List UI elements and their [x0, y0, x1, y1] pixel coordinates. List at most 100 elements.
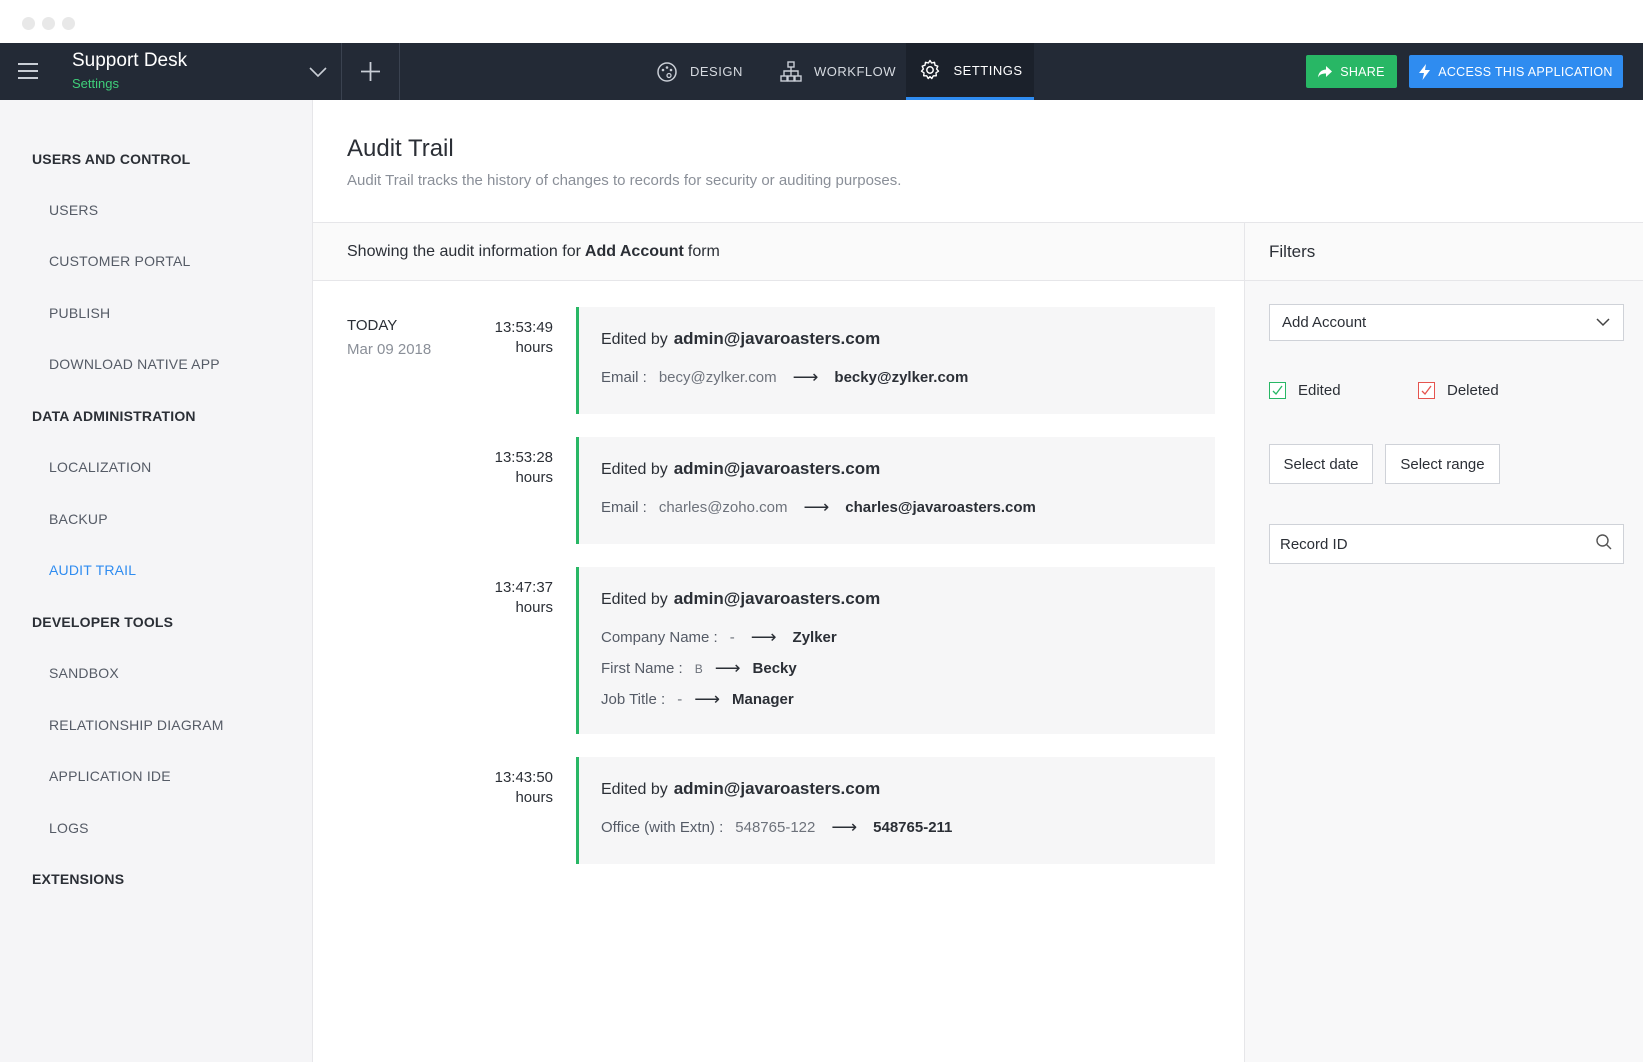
arrow-right-icon: ⟶ — [803, 497, 830, 517]
edited-by-line: Edited by admin@javaroasters.com — [601, 589, 1215, 609]
window-titlebar — [0, 0, 1643, 43]
change-row: Company Name : - ⟶ Zylker — [601, 627, 1215, 648]
audit-entry-card: Edited by admin@javaroasters.com Email : … — [576, 307, 1215, 414]
change-new-value: Manager — [732, 691, 794, 708]
entry-time-unit: hours — [515, 599, 553, 616]
change-field: Company Name : — [601, 629, 718, 646]
sidebar-item-download-native-app[interactable]: DOWNLOAD NATIVE APP — [49, 356, 220, 372]
sidebar-item-publish[interactable]: PUBLISH — [49, 305, 110, 321]
change-old-value: becy@zylker.com — [658, 369, 777, 386]
change-row: Job Title : - ⟶ Manager — [601, 689, 1215, 710]
tab-settings[interactable]: SETTINGS — [906, 43, 1034, 100]
change-new-value: charles@javaroasters.com — [845, 499, 1036, 516]
access-application-label: ACCESS THIS APPLICATION — [1438, 64, 1613, 79]
arrow-right-icon: ⟶ — [714, 658, 741, 678]
sidebar-item-sandbox[interactable]: SANDBOX — [49, 665, 119, 681]
sidebar-item-relationship-diagram[interactable]: RELATIONSHIP DIAGRAM — [49, 717, 224, 733]
form-select-value: Add Account — [1282, 314, 1367, 331]
edited-by-line: Edited by admin@javaroasters.com — [601, 329, 1215, 349]
workflow-icon — [778, 59, 804, 85]
change-old-value: B — [694, 661, 703, 676]
entry-time-unit: hours — [515, 339, 553, 356]
change-new-value: becky@zylker.com — [834, 369, 969, 386]
hamburger-menu-icon[interactable] — [18, 63, 38, 79]
deleted-checkbox[interactable]: Deleted — [1418, 382, 1499, 399]
entry-time: 13:47:37 hours — [463, 578, 553, 618]
sidebar-item-localization[interactable]: LOCALIZATION — [49, 459, 152, 475]
editor-email: admin@javaroasters.com — [673, 779, 881, 798]
filters-title: Filters — [1245, 223, 1643, 281]
add-plus-icon[interactable] — [342, 43, 399, 100]
main-content: Audit Trail Audit Trail tracks the histo… — [313, 100, 1643, 1062]
select-range-button[interactable]: Select range — [1385, 444, 1500, 484]
change-new-value: Becky — [752, 660, 797, 677]
change-row: Email : becy@zylker.com ⟶ becky@zylker.c… — [601, 367, 1215, 388]
form-select-dropdown[interactable]: Add Account — [1269, 304, 1624, 341]
change-old-value: - — [729, 629, 735, 646]
audit-entry-card: Edited by admin@javaroasters.com Office (… — [576, 757, 1215, 864]
record-id-input[interactable]: Record ID — [1269, 524, 1624, 564]
access-application-button[interactable]: ACCESS THIS APPLICATION — [1409, 55, 1623, 88]
edited-checkbox[interactable]: Edited — [1269, 382, 1341, 399]
window-zoom-dot[interactable] — [62, 17, 75, 30]
window-close-dot[interactable] — [22, 17, 35, 30]
sidebar-section-data-administration: DATA ADMINISTRATION — [32, 408, 196, 424]
window-minimize-dot[interactable] — [42, 17, 55, 30]
app-title: Support Desk — [72, 50, 188, 71]
change-field: Job Title : — [601, 691, 666, 708]
app-subtitle: Settings — [72, 76, 119, 91]
sidebar-section-extensions[interactable]: EXTENSIONS — [32, 871, 124, 887]
sidebar-item-users[interactable]: USERS — [49, 202, 98, 218]
navbar-divider — [399, 43, 400, 100]
sidebar-section-users-and-control: USERS AND CONTROL — [32, 151, 191, 167]
date-group-date: Mar 09 2018 — [347, 341, 432, 358]
change-field: Email : — [601, 369, 647, 386]
change-row: Email : charles@zoho.com ⟶ charles@javar… — [601, 497, 1215, 518]
checkmark-icon — [1269, 382, 1286, 399]
top-navbar: Support Desk Settings DESIGN WORKFLOW SE… — [0, 43, 1643, 100]
arrow-right-icon: ⟶ — [750, 627, 777, 647]
audit-log-panel: Showing the audit information for Add Ac… — [313, 222, 1245, 1062]
filters-panel: Filters Add Account Edited Deleted Selec… — [1245, 222, 1643, 1062]
chevron-down-icon — [1595, 314, 1611, 331]
deleted-checkbox-label: Deleted — [1447, 382, 1499, 399]
sidebar-item-application-ide[interactable]: APPLICATION IDE — [49, 768, 171, 784]
lightning-bolt-icon — [1419, 63, 1431, 80]
change-field: First Name : — [601, 660, 683, 677]
gear-icon — [917, 57, 943, 83]
entry-time-value: 13:47:37 — [494, 579, 553, 596]
search-icon[interactable] — [1595, 533, 1613, 555]
select-date-button[interactable]: Select date — [1269, 444, 1373, 484]
date-group-label: TODAY — [347, 317, 398, 334]
tab-design[interactable]: DESIGN — [654, 43, 770, 100]
showing-suffix: form — [687, 242, 720, 260]
change-row: First Name : B ⟶ Becky — [601, 658, 1215, 679]
share-button[interactable]: SHARE — [1306, 55, 1397, 88]
sidebar-item-backup[interactable]: BACKUP — [49, 511, 108, 527]
editor-email: admin@javaroasters.com — [673, 329, 881, 348]
entry-time-unit: hours — [515, 469, 553, 486]
sidebar-item-customer-portal[interactable]: CUSTOMER PORTAL — [49, 253, 190, 269]
page-title: Audit Trail — [347, 135, 454, 162]
change-new-value: 548765-211 — [873, 819, 953, 836]
checkmark-icon — [1418, 382, 1435, 399]
change-old-value: 548765-122 — [735, 819, 816, 836]
arrow-right-icon: ⟶ — [831, 817, 858, 837]
tab-workflow[interactable]: WORKFLOW — [772, 43, 902, 100]
sidebar-section-developer-tools: DEVELOPER TOOLS — [32, 614, 174, 630]
edited-by-line: Edited by admin@javaroasters.com — [601, 459, 1215, 479]
edited-by-line: Edited by admin@javaroasters.com — [601, 779, 1215, 799]
change-old-value: - — [677, 691, 683, 708]
page-description: Audit Trail tracks the history of change… — [347, 172, 902, 189]
editor-email: admin@javaroasters.com — [673, 459, 881, 478]
entry-time-value: 13:53:49 — [494, 319, 553, 336]
entry-time-unit: hours — [515, 789, 553, 806]
tab-design-label: DESIGN — [690, 64, 743, 79]
sidebar-item-logs[interactable]: LOGS — [49, 820, 89, 836]
showing-form-name: Add Account — [584, 242, 684, 260]
sidebar-item-audit-trail[interactable]: AUDIT TRAIL — [49, 562, 136, 578]
audit-entry-card: Edited by admin@javaroasters.com Company … — [576, 567, 1215, 734]
share-button-label: SHARE — [1340, 64, 1385, 79]
entry-time-value: 13:43:50 — [494, 769, 553, 786]
app-switcher-chevron-icon[interactable] — [300, 57, 336, 87]
